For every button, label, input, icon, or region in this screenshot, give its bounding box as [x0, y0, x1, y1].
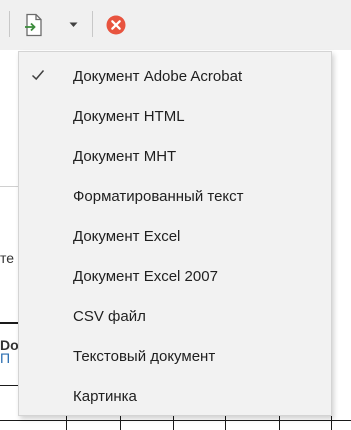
close-circle-icon [106, 15, 126, 35]
menu-item-label: Документ HTML [73, 107, 185, 125]
chevron-down-icon [69, 22, 77, 27]
menu-item-image[interactable]: Картинка [19, 378, 331, 414]
sheet-table-border [0, 385, 18, 386]
export-format-menu: Документ Adobe Acrobat Документ HTML Док… [18, 51, 332, 416]
checkmark-icon [31, 70, 45, 81]
menu-item-label: CSV файл [73, 307, 146, 325]
menu-item-label: Документ MHT [73, 147, 177, 165]
menu-item-csv[interactable]: CSV файл [19, 298, 331, 334]
menu-item-text-document[interactable]: Текстовый документ [19, 338, 331, 374]
toolbar [0, 0, 351, 50]
sheet-column-line [120, 416, 121, 430]
toolbar-separator [92, 11, 93, 37]
export-button[interactable] [21, 12, 47, 38]
sheet-divider [0, 186, 18, 187]
sheet-table-border [0, 322, 18, 324]
sheet-table-border [0, 420, 351, 421]
menu-item-label: Документ Excel 2007 [73, 267, 218, 285]
menu-item-label: Документ Adobe Acrobat [73, 67, 243, 85]
sheet-text-fragment: П [0, 350, 11, 366]
menu-item-label: Картинка [73, 387, 137, 405]
menu-item-mht[interactable]: Документ MHT [19, 138, 331, 174]
menu-item-html[interactable]: Документ HTML [19, 98, 331, 134]
menu-item-label: Форматированный текст [73, 187, 244, 205]
sheet-column-line [331, 416, 332, 430]
menu-item-label: Документ Excel [73, 227, 181, 245]
sheet-column-line [66, 416, 67, 430]
sheet-column-line [279, 416, 280, 430]
export-format-dropdown-button[interactable] [64, 15, 82, 35]
sheet-text-fragment: те [0, 250, 15, 266]
sheet-column-line [225, 416, 226, 430]
menu-item-rich-text[interactable]: Форматированный текст [19, 178, 331, 214]
export-document-icon [25, 13, 42, 37]
menu-item-label: Текстовый документ [73, 347, 216, 365]
menu-item-excel-2007[interactable]: Документ Excel 2007 [19, 258, 331, 294]
menu-item-excel[interactable]: Документ Excel [19, 218, 331, 254]
close-button[interactable] [105, 14, 127, 36]
sheet-column-line [173, 416, 174, 430]
menu-item-adobe-acrobat[interactable]: Документ Adobe Acrobat [19, 58, 331, 94]
toolbar-separator [9, 11, 10, 37]
